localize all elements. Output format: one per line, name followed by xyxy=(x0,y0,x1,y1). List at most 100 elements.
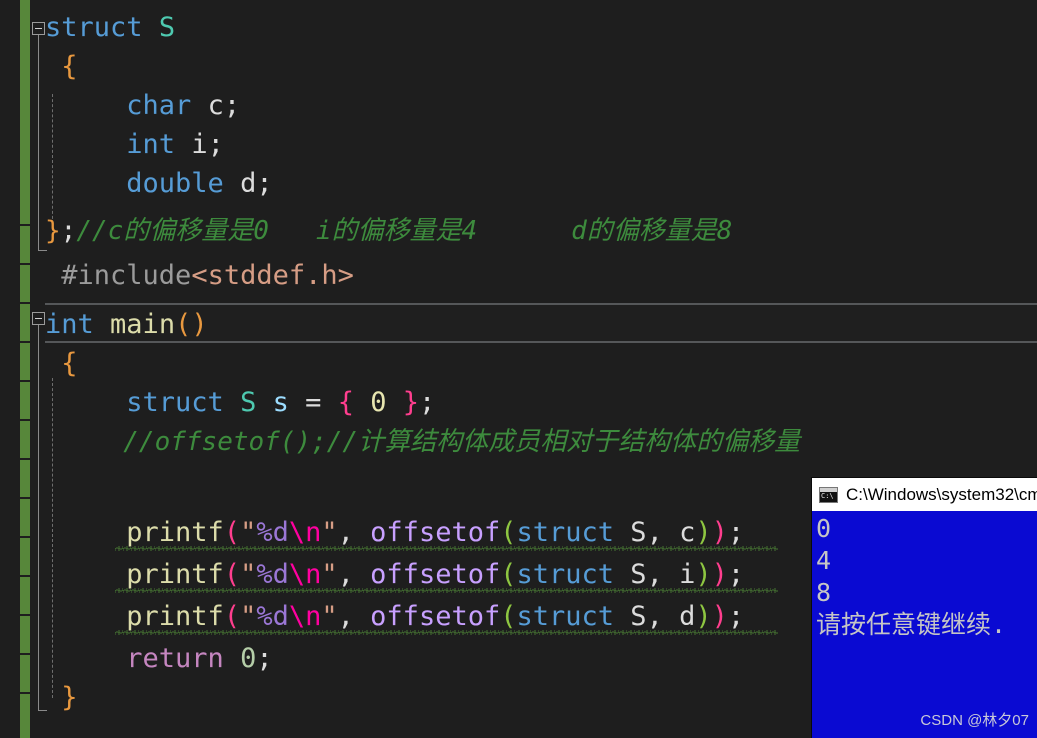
code-line-11[interactable]: //offsetof();//计算结构体成员相对于结构体的偏移量 xyxy=(45,423,800,462)
type-name-s: S xyxy=(630,517,647,548)
keyword-double: double xyxy=(126,168,224,199)
code-line-9[interactable]: { xyxy=(45,344,78,383)
macro-offsetof: offsetof xyxy=(370,559,501,590)
semicolon: ; xyxy=(419,387,436,418)
init-zero: 0 xyxy=(370,387,387,418)
keyword-struct: struct xyxy=(45,12,143,43)
keyword-struct: struct xyxy=(126,387,224,418)
arg-comma: , xyxy=(646,559,680,590)
keyword-int: int xyxy=(126,129,176,160)
init-brace-open: { xyxy=(337,387,354,418)
change-indicator-bar xyxy=(20,265,30,302)
escape-newline: \n xyxy=(288,559,322,590)
code-line-1[interactable]: struct S xyxy=(45,8,175,47)
preprocessor-include: #include xyxy=(61,260,192,291)
function-printf: printf xyxy=(126,601,224,632)
member-d: d xyxy=(679,601,696,632)
code-line-6[interactable]: };//c的偏移量是0 i的偏移量是4 d的偏移量是8 xyxy=(45,212,732,251)
change-indicator-bar xyxy=(20,616,30,653)
code-line-5[interactable]: double d; xyxy=(45,164,273,203)
arg-comma: , xyxy=(646,601,680,632)
console-output-area[interactable]: 0 4 8 请按任意键继续. CSDN @林夕07 xyxy=(812,511,1037,738)
comma: , xyxy=(337,559,371,590)
console-window[interactable]: C:\Windows\system32\cm 0 4 8 请按任意键继续. CS… xyxy=(812,478,1037,738)
code-line-17[interactable]: } xyxy=(45,678,78,717)
semicolon: ; xyxy=(223,90,241,121)
string-quote: " xyxy=(240,517,257,548)
code-line-16[interactable]: return 0; xyxy=(45,639,273,678)
code-line-3[interactable]: char c; xyxy=(45,86,240,125)
code-line-8[interactable]: int main() xyxy=(45,305,208,344)
semicolon: ; xyxy=(727,601,745,632)
change-indicator-bar xyxy=(20,655,30,692)
code-line-10[interactable]: struct S s = { 0 }; xyxy=(45,383,435,422)
paren-open-inner: ( xyxy=(500,517,517,548)
format-specifier: %d xyxy=(256,559,289,590)
semicolon: ; xyxy=(256,168,273,199)
code-line-4[interactable]: int i; xyxy=(45,125,224,164)
change-indicator-bar xyxy=(20,226,30,263)
error-squiggle-underline xyxy=(115,588,778,593)
function-printf: printf xyxy=(126,559,224,590)
code-line-2[interactable]: { xyxy=(45,47,77,86)
macro-offsetof: offsetof xyxy=(370,517,501,548)
error-squiggle-underline xyxy=(115,630,778,635)
string-quote: " xyxy=(240,601,257,632)
keyword-struct: struct xyxy=(516,559,615,590)
escape-newline: \n xyxy=(288,517,322,548)
semicolon: ; xyxy=(60,216,77,246)
member-i: i xyxy=(679,559,696,590)
paren-open: ( xyxy=(223,559,241,590)
format-specifier: %d xyxy=(256,601,289,632)
code-line-12[interactable] xyxy=(45,462,61,501)
fold-collapse-icon[interactable] xyxy=(32,312,45,325)
semicolon: ; xyxy=(256,643,273,674)
semicolon: ; xyxy=(207,129,224,160)
comma: , xyxy=(337,601,371,632)
console-title-bar[interactable]: C:\Windows\system32\cm xyxy=(812,478,1037,511)
paren-close: ) xyxy=(711,601,728,632)
brace-open: { xyxy=(61,348,78,379)
type-name-s: S xyxy=(158,12,176,43)
macro-offsetof: offsetof xyxy=(370,601,501,632)
function-printf: printf xyxy=(126,517,224,548)
header-stddef: <stddef.h> xyxy=(191,260,354,291)
paren-open-inner: ( xyxy=(500,559,517,590)
keyword-struct: struct xyxy=(516,601,615,632)
keyword-int: int xyxy=(45,309,94,340)
change-indicator-bar xyxy=(20,577,30,614)
string-quote: " xyxy=(321,517,338,548)
change-indicator-bar xyxy=(20,499,30,536)
type-name-s: S xyxy=(630,559,647,590)
console-output-line: 4 xyxy=(816,546,832,575)
fold-region-line xyxy=(38,35,39,250)
change-indicator-bar xyxy=(20,538,30,575)
string-quote: " xyxy=(240,559,257,590)
function-main: main xyxy=(110,309,176,340)
arg-comma: , xyxy=(646,517,680,548)
paren-close: ) xyxy=(711,517,728,548)
format-specifier: %d xyxy=(256,517,289,548)
change-indicator-bar xyxy=(20,460,30,497)
semicolon: ; xyxy=(727,559,745,590)
console-prompt-line: 请按任意键继续. xyxy=(816,610,1007,639)
member-i: i xyxy=(191,129,208,160)
paren-close: ) xyxy=(711,559,728,590)
console-output-line: 0 xyxy=(816,514,832,543)
init-brace-close: } xyxy=(402,387,420,418)
type-name-s: S xyxy=(630,601,647,632)
comment-offsetof: //offsetof();//计算结构体成员相对于结构体的偏移量 xyxy=(123,427,801,457)
type-name-s: S xyxy=(240,387,257,418)
console-title-text: C:\Windows\system32\cm xyxy=(846,484,1037,504)
change-indicator-bar xyxy=(20,0,30,224)
code-line-7[interactable]: #include<stddef.h> xyxy=(45,256,354,295)
escape-newline: \n xyxy=(288,601,322,632)
paren-open-inner: ( xyxy=(500,601,517,632)
return-value: 0 xyxy=(240,643,257,674)
console-window-icon xyxy=(819,486,838,503)
semicolon: ; xyxy=(727,517,745,548)
brace-close: } xyxy=(61,682,78,713)
csdn-watermark: CSDN @林夕07 xyxy=(920,712,1029,729)
fold-collapse-icon[interactable] xyxy=(32,22,45,35)
fold-region-line xyxy=(38,325,39,710)
